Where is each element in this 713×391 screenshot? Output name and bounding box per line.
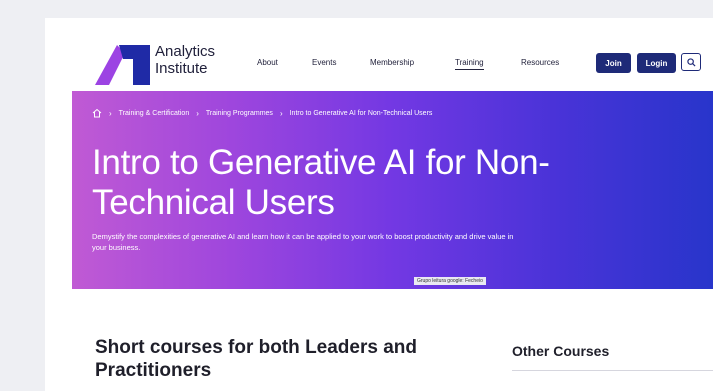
nav-item-resources[interactable]: Resources [521, 58, 559, 67]
hero-banner: › Training & Certification › Training Pr… [72, 91, 713, 289]
brand-name-line2: Institute [155, 60, 208, 77]
chevron-right-icon: › [196, 108, 199, 118]
breadcrumb: › Training & Certification › Training Pr… [92, 108, 432, 118]
nav-item-membership[interactable]: Membership [370, 58, 414, 67]
nav-item-about[interactable]: About [257, 58, 278, 67]
photo-credit: Grupo leitura google: Fecheio [414, 277, 486, 285]
brand-name[interactable]: Analytics Institute [155, 43, 215, 77]
divider [512, 370, 713, 371]
breadcrumb-item-current: Intro to Generative AI for Non-Technical… [289, 109, 433, 117]
chevron-right-icon: › [279, 108, 283, 118]
section-title: Short courses for both Leaders and Pract… [95, 337, 417, 381]
browser-page: Analytics Institute About Events Members… [45, 18, 713, 391]
join-button[interactable]: Join [596, 53, 631, 73]
search-icon [686, 57, 696, 67]
search-button[interactable] [681, 53, 701, 71]
site-header: Analytics Institute About Events Members… [45, 18, 713, 91]
nav-item-training[interactable]: Training [455, 58, 484, 70]
chevron-right-icon: › [109, 108, 112, 118]
nav-item-events[interactable]: Events [312, 58, 336, 67]
other-courses-title: Other Courses [512, 343, 610, 359]
hero-description: Demystify the complexities of generative… [92, 232, 514, 252]
home-icon[interactable] [92, 108, 102, 118]
login-button[interactable]: Login [637, 53, 676, 73]
breadcrumb-item-training-programmes[interactable]: Training Programmes [206, 110, 273, 117]
breadcrumb-item-training-certification[interactable]: Training & Certification [119, 110, 190, 117]
page-title: Intro to Generative AI for Non-Technical… [92, 143, 550, 222]
analytics-institute-logo[interactable] [95, 45, 150, 85]
brand-name-line1: Analytics [155, 43, 216, 60]
